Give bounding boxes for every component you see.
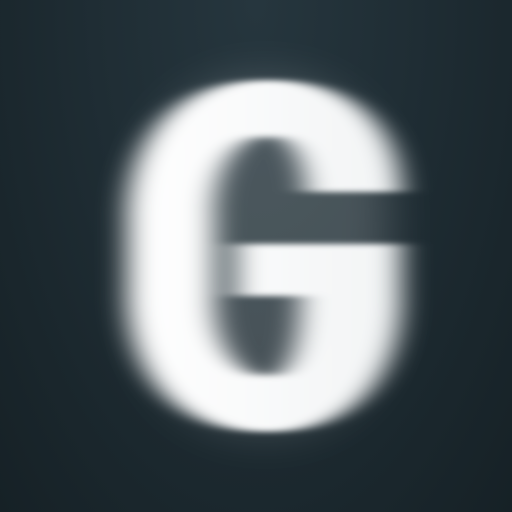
logo-letter-g [128,80,400,432]
g-letter-logo-icon [128,80,400,432]
app-icon [0,0,512,512]
